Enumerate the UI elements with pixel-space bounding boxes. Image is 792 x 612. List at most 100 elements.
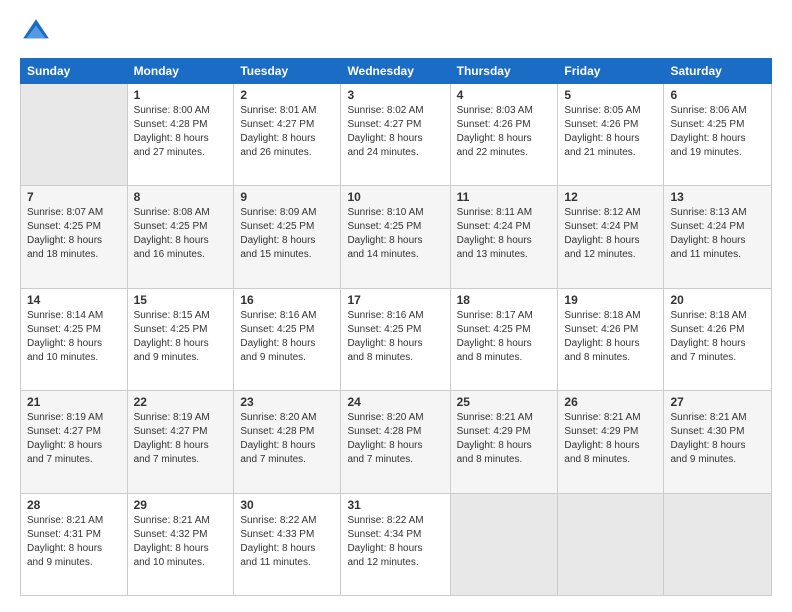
day-info: Sunrise: 8:22 AMSunset: 4:33 PMDaylight:… — [240, 514, 334, 570]
day-number: 1 — [134, 88, 228, 102]
day-cell: 16 Sunrise: 8:16 AMSunset: 4:25 PMDayligh… — [234, 288, 341, 390]
day-info: Sunrise: 8:05 AMSunset: 4:26 PMDaylight:… — [564, 104, 657, 160]
day-cell — [664, 493, 772, 595]
day-info: Sunrise: 8:21 AMSunset: 4:29 PMDaylight:… — [457, 411, 552, 467]
day-number: 11 — [457, 190, 552, 204]
day-info: Sunrise: 8:14 AMSunset: 4:25 PMDaylight:… — [27, 309, 121, 365]
header-cell-thursday: Thursday — [450, 59, 558, 84]
day-cell: 5 Sunrise: 8:05 AMSunset: 4:26 PMDaylight… — [558, 84, 664, 186]
day-number: 2 — [240, 88, 334, 102]
day-cell: 8 Sunrise: 8:08 AMSunset: 4:25 PMDaylight… — [127, 186, 234, 288]
week-row-3: 21 Sunrise: 8:19 AMSunset: 4:27 PMDayligh… — [21, 391, 772, 493]
header-cell-saturday: Saturday — [664, 59, 772, 84]
day-number: 29 — [134, 498, 228, 512]
day-number: 4 — [457, 88, 552, 102]
day-number: 23 — [240, 395, 334, 409]
day-cell: 17Sunrise: 8:16 AMSunset: 4:25 PMDayligh… — [341, 288, 450, 390]
day-number: 21 — [27, 395, 121, 409]
day-number: 16 — [240, 293, 334, 307]
week-row-1: 7Sunrise: 8:07 AMSunset: 4:25 PMDaylight… — [21, 186, 772, 288]
day-number: 20 — [670, 293, 765, 307]
day-cell: 25 Sunrise: 8:21 AMSunset: 4:29 PMDayligh… — [450, 391, 558, 493]
day-info: Sunrise: 8:10 AMSunset: 4:25 PMDaylight:… — [347, 206, 443, 262]
day-cell: 4 Sunrise: 8:03 AMSunset: 4:26 PMDaylight… — [450, 84, 558, 186]
day-cell: 2Sunrise: 8:01 AMSunset: 4:27 PMDaylight… — [234, 84, 341, 186]
day-cell: 26 Sunrise: 8:21 AMSunset: 4:29 PMDayligh… — [558, 391, 664, 493]
day-cell: 9 Sunrise: 8:09 AMSunset: 4:25 PMDaylight… — [234, 186, 341, 288]
day-info: Sunrise: 8:11 AMSunset: 4:24 PMDaylight:… — [457, 206, 552, 262]
header — [20, 16, 772, 48]
day-cell: 18 Sunrise: 8:17 AMSunset: 4:25 PMDayligh… — [450, 288, 558, 390]
day-info: Sunrise: 8:21 AMSunset: 4:29 PMDaylight:… — [564, 411, 657, 467]
day-cell: 11 Sunrise: 8:11 AMSunset: 4:24 PMDayligh… — [450, 186, 558, 288]
day-number: 25 — [457, 395, 552, 409]
day-cell — [558, 493, 664, 595]
calendar-body: 1 Sunrise: 8:00 AMSunset: 4:28 PMDaylight… — [21, 84, 772, 596]
day-number: 5 — [564, 88, 657, 102]
day-cell: 29 Sunrise: 8:21 AMSunset: 4:32 PMDayligh… — [127, 493, 234, 595]
day-number: 10 — [347, 190, 443, 204]
day-cell: 13 Sunrise: 8:13 AMSunset: 4:24 PMDayligh… — [664, 186, 772, 288]
day-info: Sunrise: 8:19 AMSunset: 4:27 PMDaylight:… — [27, 411, 121, 467]
day-info: Sunrise: 8:12 AMSunset: 4:24 PMDaylight:… — [564, 206, 657, 262]
day-number: 24 — [347, 395, 443, 409]
day-info: Sunrise: 8:03 AMSunset: 4:26 PMDaylight:… — [457, 104, 552, 160]
day-info: Sunrise: 8:18 AMSunset: 4:26 PMDaylight:… — [564, 309, 657, 365]
day-number: 15 — [134, 293, 228, 307]
day-number: 26 — [564, 395, 657, 409]
day-number: 9 — [240, 190, 334, 204]
day-info: Sunrise: 8:16 AMSunset: 4:25 PMDaylight:… — [240, 309, 334, 365]
week-row-0: 1 Sunrise: 8:00 AMSunset: 4:28 PMDaylight… — [21, 84, 772, 186]
day-number: 19 — [564, 293, 657, 307]
day-number: 31 — [347, 498, 443, 512]
day-info: Sunrise: 8:20 AMSunset: 4:28 PMDaylight:… — [240, 411, 334, 467]
day-info: Sunrise: 8:22 AMSunset: 4:34 PMDaylight:… — [347, 514, 443, 570]
day-number: 28 — [27, 498, 121, 512]
day-cell: 7Sunrise: 8:07 AMSunset: 4:25 PMDaylight… — [21, 186, 128, 288]
header-cell-sunday: Sunday — [21, 59, 128, 84]
day-cell: 15 Sunrise: 8:15 AMSunset: 4:25 PMDayligh… — [127, 288, 234, 390]
day-cell: 3Sunrise: 8:02 AMSunset: 4:27 PMDaylight… — [341, 84, 450, 186]
day-info: Sunrise: 8:18 AMSunset: 4:26 PMDaylight:… — [670, 309, 765, 365]
day-number: 6 — [670, 88, 765, 102]
day-cell: 6Sunrise: 8:06 AMSunset: 4:25 PMDaylight… — [664, 84, 772, 186]
logo-icon — [20, 16, 52, 48]
day-info: Sunrise: 8:13 AMSunset: 4:24 PMDaylight:… — [670, 206, 765, 262]
day-cell: 30 Sunrise: 8:22 AMSunset: 4:33 PMDayligh… — [234, 493, 341, 595]
header-cell-tuesday: Tuesday — [234, 59, 341, 84]
day-cell: 21 Sunrise: 8:19 AMSunset: 4:27 PMDayligh… — [21, 391, 128, 493]
day-number: 8 — [134, 190, 228, 204]
day-cell: 10 Sunrise: 8:10 AMSunset: 4:25 PMDayligh… — [341, 186, 450, 288]
day-info: Sunrise: 8:15 AMSunset: 4:25 PMDaylight:… — [134, 309, 228, 365]
day-number: 30 — [240, 498, 334, 512]
header-cell-friday: Friday — [558, 59, 664, 84]
day-cell: 19 Sunrise: 8:18 AMSunset: 4:26 PMDayligh… — [558, 288, 664, 390]
day-number: 22 — [134, 395, 228, 409]
day-cell — [450, 493, 558, 595]
day-info: Sunrise: 8:17 AMSunset: 4:25 PMDaylight:… — [457, 309, 552, 365]
calendar-table: SundayMondayTuesdayWednesdayThursdayFrid… — [20, 58, 772, 596]
day-cell: 28 Sunrise: 8:21 AMSunset: 4:31 PMDayligh… — [21, 493, 128, 595]
logo — [20, 16, 56, 48]
day-number: 12 — [564, 190, 657, 204]
header-row: SundayMondayTuesdayWednesdayThursdayFrid… — [21, 59, 772, 84]
day-info: Sunrise: 8:00 AMSunset: 4:28 PMDaylight:… — [134, 104, 228, 160]
week-row-4: 28 Sunrise: 8:21 AMSunset: 4:31 PMDayligh… — [21, 493, 772, 595]
day-cell: 31 Sunrise: 8:22 AMSunset: 4:34 PMDayligh… — [341, 493, 450, 595]
day-info: Sunrise: 8:19 AMSunset: 4:27 PMDaylight:… — [134, 411, 228, 467]
day-number: 13 — [670, 190, 765, 204]
day-number: 14 — [27, 293, 121, 307]
day-cell — [21, 84, 128, 186]
day-number: 3 — [347, 88, 443, 102]
day-cell: 22 Sunrise: 8:19 AMSunset: 4:27 PMDayligh… — [127, 391, 234, 493]
day-cell: 1 Sunrise: 8:00 AMSunset: 4:28 PMDaylight… — [127, 84, 234, 186]
day-info: Sunrise: 8:09 AMSunset: 4:25 PMDaylight:… — [240, 206, 334, 262]
day-info: Sunrise: 8:08 AMSunset: 4:25 PMDaylight:… — [134, 206, 228, 262]
day-number: 18 — [457, 293, 552, 307]
day-cell: 20 Sunrise: 8:18 AMSunset: 4:26 PMDayligh… — [664, 288, 772, 390]
calendar-header: SundayMondayTuesdayWednesdayThursdayFrid… — [21, 59, 772, 84]
day-info: Sunrise: 8:21 AMSunset: 4:32 PMDaylight:… — [134, 514, 228, 570]
day-cell: 12 Sunrise: 8:12 AMSunset: 4:24 PMDayligh… — [558, 186, 664, 288]
header-cell-wednesday: Wednesday — [341, 59, 450, 84]
day-info: Sunrise: 8:21 AMSunset: 4:31 PMDaylight:… — [27, 514, 121, 570]
